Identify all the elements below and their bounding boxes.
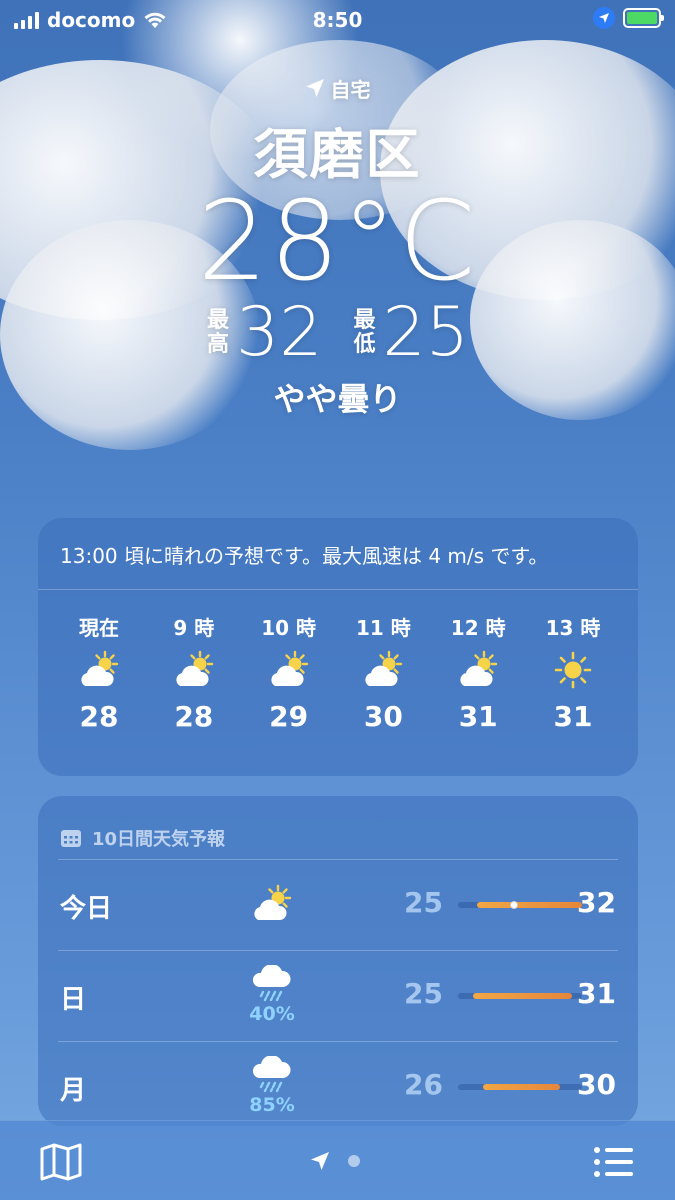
sun-icon xyxy=(553,640,593,700)
partly-sunny-icon xyxy=(75,640,123,700)
status-bar: docomo 8:50 xyxy=(0,0,675,40)
location-arrow-icon xyxy=(305,79,324,97)
partly-sunny-icon xyxy=(170,640,218,700)
current-temp-marker xyxy=(509,901,518,909)
hour-temp: 31 xyxy=(553,700,593,733)
day-low: 26 xyxy=(404,1068,443,1101)
hour-temp: 31 xyxy=(458,700,498,733)
hour-temp: 28 xyxy=(174,700,214,733)
location-line: 自宅 xyxy=(0,70,675,106)
partly-sunny-icon xyxy=(359,640,407,700)
day-low: 25 xyxy=(404,977,443,1010)
hour-item: 12 時 31 xyxy=(435,612,521,733)
temp-range-bar xyxy=(458,1084,582,1090)
hour-time: 9 時 xyxy=(173,616,215,640)
rain-icon: 85% xyxy=(246,1056,298,1116)
page-dot xyxy=(348,1155,360,1167)
hour-temp: 29 xyxy=(269,700,309,733)
high-label: 最高 xyxy=(206,307,229,357)
daily-forecast-card[interactable]: 10日間天気予報 今日 25 32 日 40% 25 31 月 85% 26 3… xyxy=(38,796,638,1126)
hour-item: 9 時 28 xyxy=(151,612,237,733)
hour-item: 10 時 29 xyxy=(246,612,332,733)
precip-chance: 40% xyxy=(249,1003,295,1025)
map-icon[interactable] xyxy=(40,1143,82,1185)
precip-chance: 85% xyxy=(249,1094,295,1116)
temp-range-fill xyxy=(476,902,582,908)
day-low: 25 xyxy=(404,886,443,919)
hour-time: 10 時 xyxy=(261,616,316,640)
day-row[interactable]: 月 85% 26 30 xyxy=(58,1042,618,1126)
hour-item: 13 時 31 xyxy=(530,612,616,733)
calendar-icon xyxy=(61,829,81,847)
bottom-toolbar xyxy=(0,1120,675,1200)
day-row[interactable]: 今日 25 32 xyxy=(58,860,618,951)
low-value: 25 xyxy=(382,293,470,372)
hour-time: 12 時 xyxy=(450,616,506,640)
low-group: 最低 25 xyxy=(353,293,470,372)
battery-icon xyxy=(623,8,664,28)
condition-text: やや曇り xyxy=(273,380,402,418)
hourly-forecast-card[interactable]: 13:00 頃に晴れの予想です。最大風速は 4 m/s です。 現在 28 9 … xyxy=(38,518,638,776)
day-row[interactable]: 日 40% 25 31 xyxy=(58,951,618,1042)
current-location-page-icon xyxy=(311,1152,329,1170)
temp-range-fill xyxy=(472,993,573,999)
hourly-list[interactable]: 現在 28 9 時 28 10 時 29 11 時 30 12 時 31 13 … xyxy=(38,590,638,733)
location-label: 自宅 xyxy=(330,77,371,102)
low-label: 最低 xyxy=(353,307,376,357)
day-high: 30 xyxy=(577,1068,616,1101)
hour-temp: 30 xyxy=(363,700,403,733)
high-group: 最高 32 xyxy=(206,293,323,372)
hour-time: 13 時 xyxy=(545,616,601,640)
page-indicator[interactable] xyxy=(310,1151,360,1171)
partly-sunny-icon xyxy=(454,640,502,700)
location-services-icon xyxy=(593,7,615,29)
temp-range-bar xyxy=(458,901,582,909)
partly-sunny-icon xyxy=(246,884,298,924)
temp-range-bar xyxy=(458,993,582,999)
day-high: 32 xyxy=(577,886,616,919)
daily-forecast-title: 10日間天気予報 xyxy=(92,828,226,850)
hour-time: 11 時 xyxy=(355,616,411,640)
day-name: 月 xyxy=(60,1076,87,1106)
hour-time: 現在 xyxy=(79,616,119,640)
daily-forecast-header: 10日間天気予報 xyxy=(58,796,618,860)
temp-range-fill xyxy=(482,1084,560,1090)
hour-item: 現在 28 xyxy=(56,612,142,733)
hour-temp: 28 xyxy=(79,700,119,733)
weather-header: 自宅 須磨区 28°C 最高 32 最低 25 やや曇り xyxy=(0,70,675,420)
partly-sunny-icon xyxy=(265,640,313,700)
hourly-summary: 13:00 頃に晴れの予想です。最大風速は 4 m/s です。 xyxy=(38,518,638,590)
current-temperature: 28°C xyxy=(197,177,478,305)
day-high: 31 xyxy=(577,977,616,1010)
status-time: 8:50 xyxy=(312,8,363,32)
status-right xyxy=(593,7,664,29)
hour-item: 11 時 30 xyxy=(340,612,426,733)
rain-icon: 40% xyxy=(246,965,298,1025)
high-value: 32 xyxy=(235,293,323,372)
day-name: 今日 xyxy=(60,894,113,924)
day-name: 日 xyxy=(60,985,87,1015)
list-icon[interactable] xyxy=(593,1145,635,1183)
